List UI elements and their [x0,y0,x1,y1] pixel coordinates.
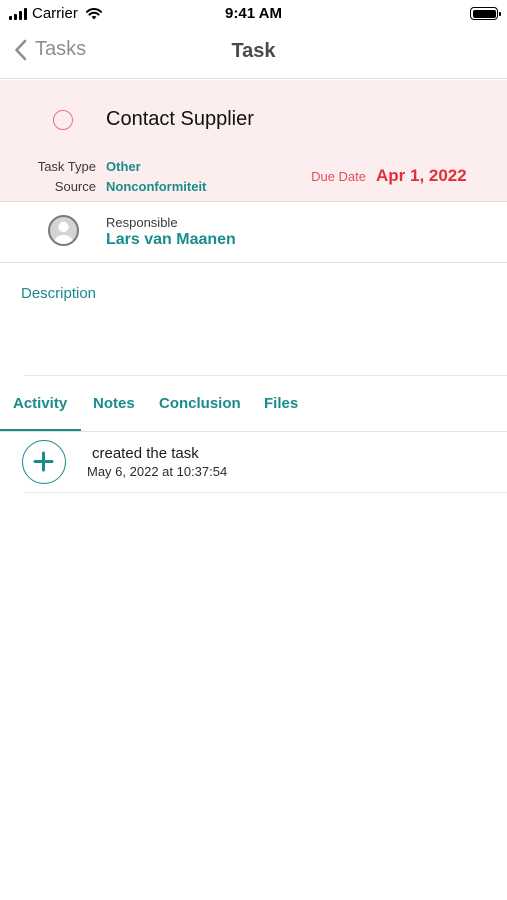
user-icon [53,221,74,244]
due-date-value[interactable]: Apr 1, 2022 [376,166,467,186]
activity-item: created the task May 6, 2022 at 10:37:54 [0,432,507,493]
active-tab-indicator [0,429,81,431]
responsible-label: Responsible [106,215,178,230]
navigation-bar: Tasks Task [0,28,507,79]
tab-bar: Activity Notes Conclusion Files [0,376,507,432]
activity-timestamp: May 6, 2022 at 10:37:54 [87,464,228,479]
tab-activity[interactable]: Activity [13,395,67,412]
page-title: Task [231,40,276,62]
plus-icon [33,451,54,472]
source-value[interactable]: Nonconformiteit [106,179,206,194]
task-header: Contact Supplier Task Type Other Source … [0,80,507,202]
task-type-value: Other [106,159,141,174]
activity-icon-container [22,440,66,484]
tab-conclusion[interactable]: Conclusion [159,395,241,412]
tab-notes[interactable]: Notes [93,395,135,412]
tab-files[interactable]: Files [264,395,298,412]
task-title: Contact Supplier [106,108,254,130]
responsible-name: Lars van Maanen [106,231,236,248]
status-time: 9:41 AM [225,5,282,22]
battery-icon [470,7,501,20]
description-label[interactable]: Description [21,285,96,302]
avatar [48,215,79,246]
activity-text: created the task [92,445,199,462]
responsible-row[interactable]: Responsible Lars van Maanen [0,203,507,263]
task-type-label: Task Type [37,159,96,174]
complete-checkbox[interactable] [53,110,73,130]
divider [24,492,507,493]
due-date-label: Due Date [311,169,366,184]
source-label: Source [54,179,96,194]
status-bar: Carrier 9:41 AM [0,0,507,28]
